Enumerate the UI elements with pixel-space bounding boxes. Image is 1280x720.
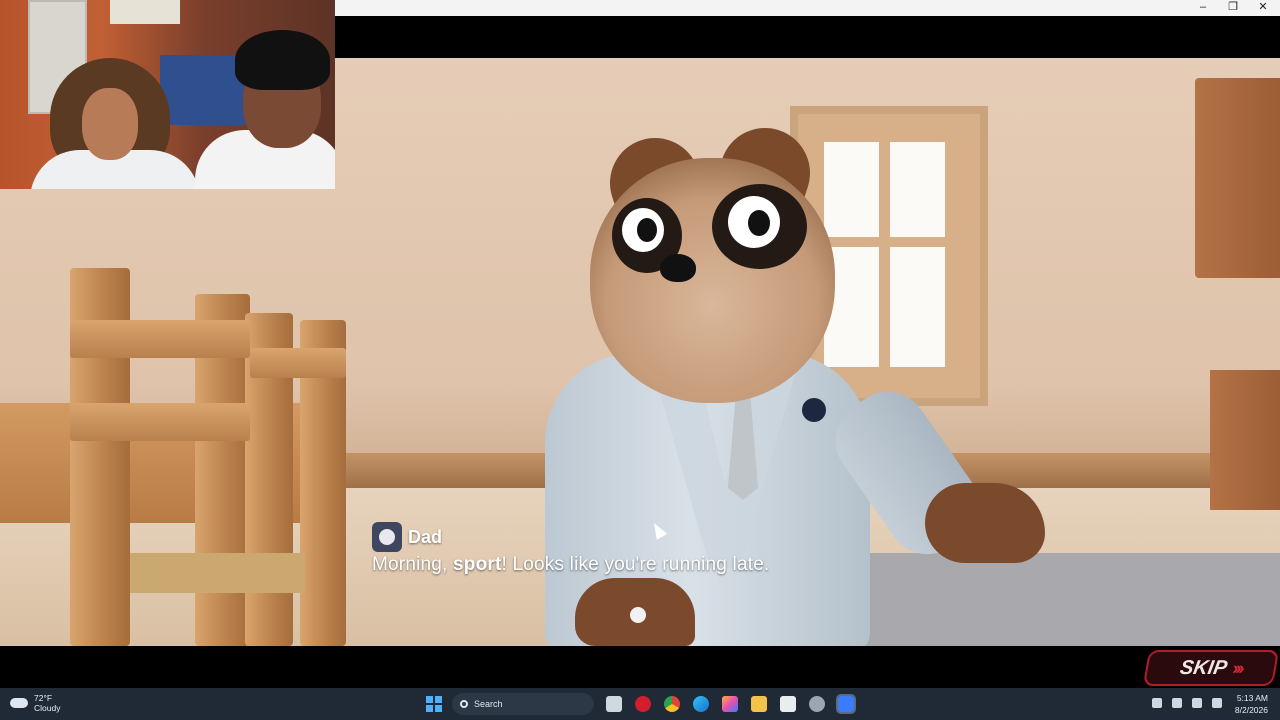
wifi-icon[interactable] xyxy=(1192,698,1202,708)
character-hand xyxy=(925,483,1045,563)
taskbar-search[interactable]: Search xyxy=(452,693,594,715)
weather-text: 72°F Cloudy xyxy=(34,693,60,713)
speaker-avatar-icon xyxy=(372,522,402,552)
maximize-button[interactable]: ❐ xyxy=(1218,0,1248,16)
clock-date: 8/2/2026 xyxy=(1234,705,1268,715)
paw-icon xyxy=(630,607,646,623)
roblox-icon[interactable] xyxy=(836,694,856,714)
wall-cabinet xyxy=(1195,78,1280,278)
dialog-text-bold: sport xyxy=(453,554,502,575)
file-explorer-icon[interactable] xyxy=(751,696,767,712)
search-label: Search xyxy=(474,699,503,709)
chair-seat xyxy=(130,553,305,593)
speaker-name: Dad xyxy=(408,526,443,547)
cloud-icon xyxy=(10,698,28,708)
raccoon-head xyxy=(590,158,835,403)
window-pane xyxy=(890,142,945,237)
chair-rail xyxy=(250,348,346,378)
search-icon xyxy=(460,700,468,708)
webcam-person xyxy=(195,30,335,189)
dialog-speaker: Dad xyxy=(372,522,442,552)
dialog-text-end: ! Looks like you're running late. xyxy=(501,554,770,575)
skip-label: SKIP xyxy=(1178,656,1229,679)
minimize-button[interactable]: – xyxy=(1188,0,1218,16)
dialog-text: Morning, sport! Looks like you're runnin… xyxy=(372,554,769,576)
pupil xyxy=(637,218,657,242)
microsoft-store-icon[interactable] xyxy=(780,696,796,712)
opera-icon[interactable] xyxy=(635,696,651,712)
clock-time: 5:13 AM xyxy=(1236,693,1268,703)
chevron-up-icon[interactable] xyxy=(1152,698,1162,708)
close-button[interactable]: ✕ xyxy=(1248,0,1278,16)
webcam-poster xyxy=(110,0,180,24)
webcam-face xyxy=(82,88,138,160)
character-nose xyxy=(660,254,696,282)
copilot-icon[interactable] xyxy=(722,696,738,712)
clock[interactable]: 5:13 AM 8/2/2026 xyxy=(1235,692,1268,716)
skip-button[interactable]: SKIP ››› xyxy=(1142,650,1280,686)
chrome-icon[interactable] xyxy=(664,696,680,712)
edge-icon[interactable] xyxy=(693,696,709,712)
app-icon[interactable] xyxy=(809,696,825,712)
task-view-icon[interactable] xyxy=(606,696,622,712)
skip-arrows-icon: ››› xyxy=(1231,657,1244,678)
chair-rail xyxy=(70,320,250,358)
window-pane xyxy=(824,142,879,237)
letterbox-bottom xyxy=(0,646,1280,688)
lapel-pin xyxy=(802,398,826,422)
dialog-text-start: Morning, xyxy=(372,554,454,575)
webcam-hair xyxy=(235,30,330,90)
window-pane xyxy=(890,247,945,367)
weather-temp: 72°F xyxy=(34,693,53,703)
system-tray xyxy=(1152,698,1222,708)
weather-widget[interactable]: 72°F Cloudy xyxy=(10,693,60,713)
windows-start-icon[interactable] xyxy=(426,696,442,712)
microphone-icon[interactable] xyxy=(1172,698,1182,708)
webcam-overlay xyxy=(0,0,335,189)
weather-desc: Cloudy xyxy=(34,703,61,713)
chair-rail xyxy=(70,403,250,441)
lower-cabinet xyxy=(1210,370,1280,510)
speaker-icon[interactable] xyxy=(1212,698,1222,708)
webcam-person xyxy=(30,58,200,189)
taskbar: 72°F Cloudy Search 5:13 AM 8/2/2026 xyxy=(0,688,1280,720)
pupil xyxy=(748,210,770,236)
